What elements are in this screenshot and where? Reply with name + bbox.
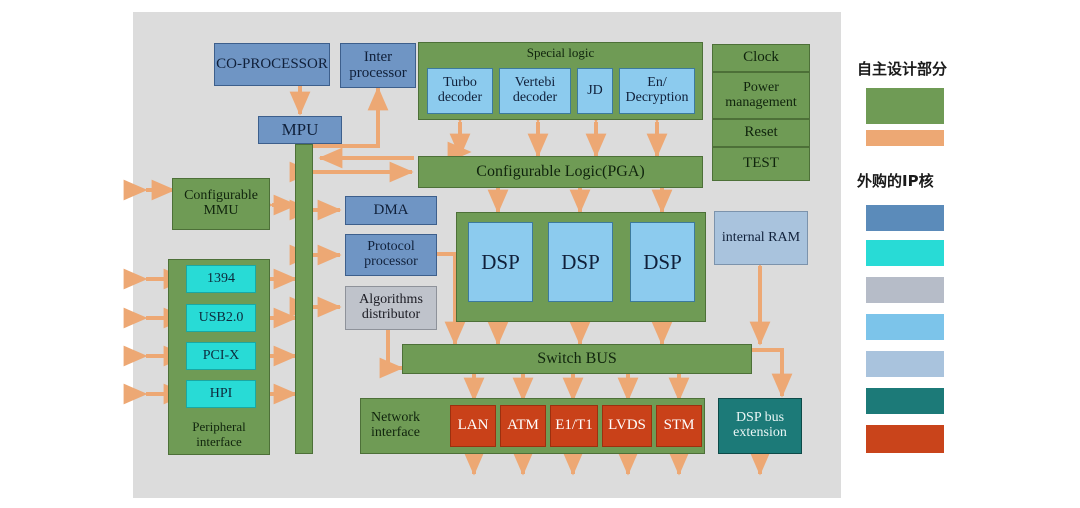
legend-swatch-ip-2	[866, 277, 944, 303]
block-algorithms-distributor[interactable]: Algorithms distributor	[345, 286, 437, 330]
block-test[interactable]: TEST	[712, 147, 810, 181]
legend-swatch-ip-6	[866, 425, 944, 453]
block-dsp-1[interactable]: DSP	[468, 222, 533, 302]
legend-swatch-ip-4	[866, 351, 944, 377]
legend-self-designed-title: 自主设计部分	[857, 60, 948, 78]
legend-swatch-self-0	[866, 88, 944, 124]
block-power-management[interactable]: Power management	[712, 72, 810, 119]
block-dsp-3[interactable]: DSP	[630, 222, 695, 302]
legend-ip-core-title: 外购的IP核	[857, 172, 934, 190]
block-internal-ram[interactable]: internal RAM	[714, 211, 808, 265]
block-e1-t1[interactable]: E1/T1	[550, 405, 598, 447]
block-1394[interactable]: 1394	[186, 265, 256, 293]
block-lan[interactable]: LAN	[450, 405, 496, 447]
block-configurable-mmu[interactable]: Configurable MMU	[172, 178, 270, 230]
diagram-canvas: CO-PROCESSOR Inter processor MPU Configu…	[0, 0, 1080, 508]
legend-swatch-ip-5	[866, 388, 944, 414]
block-clock[interactable]: Clock	[712, 44, 810, 72]
block-atm[interactable]: ATM	[500, 405, 546, 447]
block-lvds[interactable]: LVDS	[602, 405, 652, 447]
block-dsp-2[interactable]: DSP	[548, 222, 613, 302]
block-dma[interactable]: DMA	[345, 196, 437, 225]
block-protocol-processor[interactable]: Protocol processor	[345, 234, 437, 276]
legend-swatch-ip-1	[866, 240, 944, 266]
block-vertebi-decoder[interactable]: Vertebi decoder	[499, 68, 571, 114]
block-configurable-logic-pga[interactable]: Configurable Logic(PGA)	[418, 156, 703, 188]
block-pci-x[interactable]: PCI-X	[186, 342, 256, 370]
block-dsp-bus-extension[interactable]: DSP bus extension	[718, 398, 802, 454]
group-special-logic-label: Special logic	[526, 45, 595, 60]
legend-swatch-self-1	[866, 130, 944, 146]
block-jd[interactable]: JD	[577, 68, 613, 114]
block-usb20[interactable]: USB2.0	[186, 304, 256, 332]
block-hpi[interactable]: HPI	[186, 380, 256, 408]
block-mpu[interactable]: MPU	[258, 116, 342, 144]
block-turbo-decoder[interactable]: Turbo decoder	[427, 68, 493, 114]
block-stm[interactable]: STM	[656, 405, 702, 447]
block-en-decryption[interactable]: En/ Decryption	[619, 68, 695, 114]
legend-swatch-ip-0	[866, 205, 944, 231]
block-vertical-bus[interactable]	[295, 144, 313, 454]
network-interface-label: Network interface	[371, 410, 420, 440]
block-reset[interactable]: Reset	[712, 119, 810, 147]
legend-swatch-ip-3	[866, 314, 944, 340]
block-inter-processor[interactable]: Inter processor	[340, 43, 416, 88]
block-co-processor[interactable]: CO-PROCESSOR	[214, 43, 330, 86]
block-switch-bus[interactable]: Switch BUS	[402, 344, 752, 374]
